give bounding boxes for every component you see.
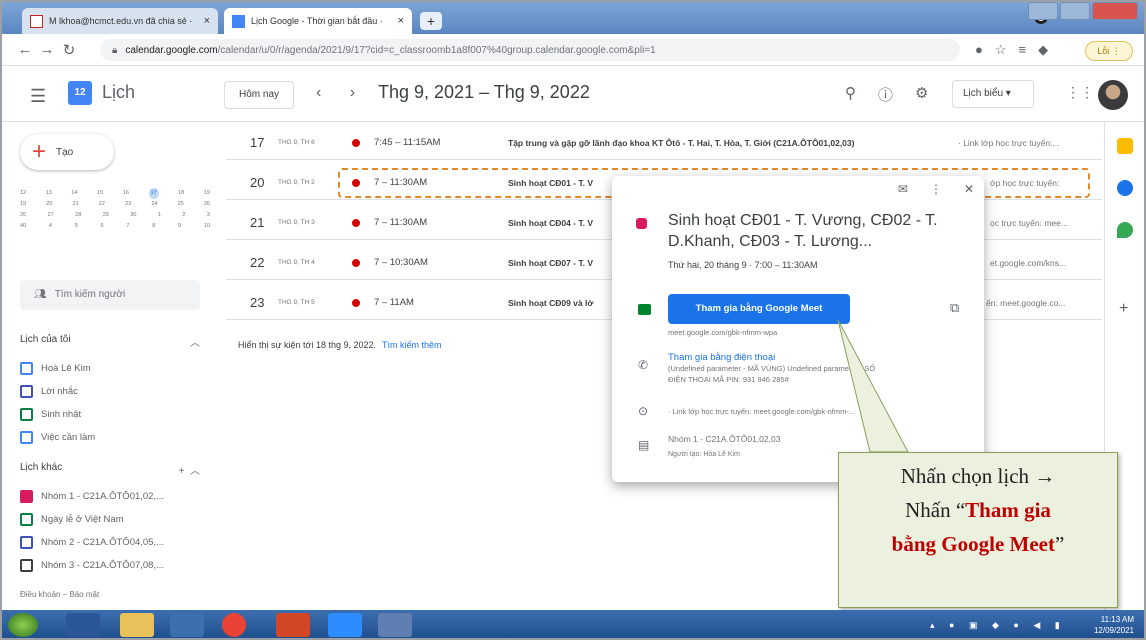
clock[interactable]: 11:13 AM 12/09/2021 xyxy=(1094,614,1134,636)
callout-line1: Nhấn chọn lịch → xyxy=(900,464,1056,488)
callout-highlight: bằng Google Meet xyxy=(891,532,1055,556)
explorer-icon[interactable] xyxy=(120,613,154,637)
word-icon[interactable] xyxy=(66,613,100,637)
instruction-callout: Nhấn chọn lịch → Nhấn “Tham gia bằng Goo… xyxy=(838,452,1118,608)
media-icon[interactable] xyxy=(170,613,204,637)
zalo-icon[interactable] xyxy=(328,613,362,637)
app-icon[interactable] xyxy=(378,613,412,637)
start-button[interactable] xyxy=(8,613,38,637)
callout-line3: bằng Google Meet” xyxy=(839,527,1117,561)
chrome-icon[interactable] xyxy=(222,613,246,637)
clock-time: 11:13 AM xyxy=(1100,615,1134,624)
callout-prefix: Nhấn “ xyxy=(905,498,966,522)
callout-line2: Nhấn “Tham gia xyxy=(839,493,1117,527)
windows-taskbar: ▴ ● ▣ ◆ ● ◀ ▮ 11:13 AM 12/09/2021 xyxy=(0,610,1146,640)
app-icon[interactable] xyxy=(276,613,310,637)
callout-suffix: ” xyxy=(1054,532,1065,556)
clock-date: 12/09/2021 xyxy=(1093,626,1134,635)
callout-highlight: Tham gia xyxy=(965,498,1051,522)
tray-icons[interactable]: ▴ ● ▣ ◆ ● ◀ ▮ xyxy=(930,620,1066,631)
